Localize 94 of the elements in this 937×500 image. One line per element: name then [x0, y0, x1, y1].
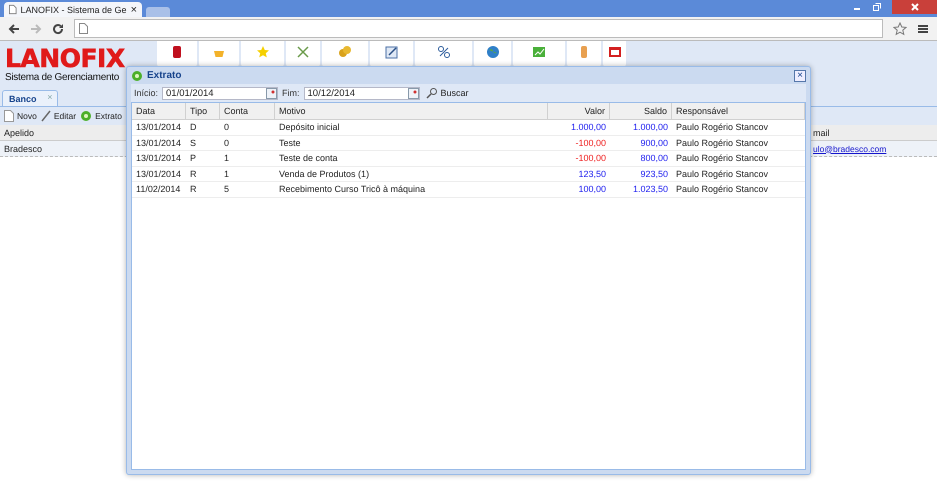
table-cell-text: 13/01/2014 — [135, 153, 182, 164]
table-cell-text: 123,50 — [577, 168, 607, 179]
menu-icon[interactable] — [917, 22, 929, 34]
column-header[interactable]: Data — [132, 103, 186, 119]
column-header[interactable]: Valor — [548, 103, 610, 119]
table-cell-text: Paulo Rogério Stancov — [675, 122, 770, 132]
table-cell-text: R — [189, 184, 198, 194]
pencil-icon — [40, 110, 51, 122]
back-icon[interactable] — [8, 22, 20, 34]
toolbar-button[interactable] — [286, 41, 320, 67]
logo-subtitle: Sistema de Gerenciamento — [5, 72, 119, 84]
table-cell-text: -100,00 — [574, 138, 607, 148]
page-icon — [79, 23, 88, 34]
table-cell-text: Teste — [278, 138, 302, 148]
table-cell-text: 13/01/2014 — [135, 168, 182, 179]
table-cell-text: Recebimento Curso Tricô à máquina — [278, 184, 426, 194]
table-cell-text: 923,50 — [639, 168, 669, 179]
star-icon[interactable] — [893, 22, 907, 36]
table-cell-text: 1.023,50 — [632, 184, 669, 194]
table-cell-text: R — [189, 168, 198, 179]
table-cell-text: -100,00 — [574, 153, 607, 164]
table-cell-text: 1 — [223, 168, 230, 179]
table-cell-text: 5 — [223, 184, 230, 194]
calendar-icon[interactable] — [266, 88, 278, 98]
toolbar-button[interactable]: Novo — [3, 110, 38, 122]
coins-icon — [338, 45, 352, 59]
edit-icon — [384, 45, 398, 59]
table-cell-text: 1.000,00 — [570, 122, 607, 132]
star-icon — [256, 45, 270, 59]
search-icon — [426, 87, 438, 99]
toolbar-button[interactable]: Editar — [40, 110, 78, 122]
percent-icon — [436, 45, 450, 59]
table-cell-text: 13/01/2014 — [135, 122, 182, 132]
table-cell-text: Paulo Rogério Stancov — [675, 138, 770, 148]
tab-title: LANOFIX - Sistema de Ge — [20, 4, 127, 14]
toolbar-button[interactable] — [370, 41, 413, 67]
table-cell-text: 13/01/2014 — [135, 138, 182, 148]
table-cell: Bradesco — [4, 144, 42, 154]
column-header[interactable]: Responsável — [672, 103, 805, 119]
restore-icon[interactable] — [872, 2, 882, 12]
table-cell-text: Depósito inicial — [278, 122, 341, 132]
logo: LANOFIX — [5, 46, 125, 72]
reload-icon[interactable] — [52, 22, 64, 34]
toolbar-button[interactable] — [474, 41, 511, 67]
table-cell-text: D — [189, 122, 198, 132]
filter-label: Fim: — [282, 88, 300, 98]
table-cell-text: 100,00 — [577, 184, 607, 194]
address-field[interactable] — [74, 19, 883, 38]
column-header[interactable]: Tipo — [186, 103, 220, 119]
column-header[interactable]: Conta — [220, 103, 275, 119]
date-field[interactable]: 10/12/2014 — [304, 86, 420, 100]
table-cell-text: 800,00 — [639, 153, 669, 164]
close-window-button[interactable] — [892, 0, 937, 14]
cylinder-icon — [170, 45, 184, 59]
table-cell-text: 1.000,00 — [632, 122, 669, 132]
table-cell-text: S — [189, 138, 198, 148]
statement-icon — [80, 110, 92, 122]
toolbar-button[interactable]: Extrato — [79, 110, 123, 122]
dialog-title: Extrato — [147, 70, 182, 81]
table-cell-text: 11/02/2014 — [135, 184, 182, 194]
document-icon — [4, 110, 14, 122]
search-button[interactable]: Buscar — [424, 87, 471, 99]
table-cell-text: P — [189, 153, 198, 164]
toolbar-button[interactable] — [513, 41, 565, 67]
column-header[interactable]: mail — [813, 128, 933, 138]
filter-label: Início: — [134, 88, 158, 98]
chart-icon — [532, 45, 546, 59]
table-cell-text: Teste de conta — [278, 153, 339, 164]
banco-tab[interactable]: Banco × — [2, 90, 58, 106]
toolbar-button[interactable] — [157, 41, 197, 67]
window-icon — [608, 45, 622, 59]
table-cell-text: Paulo Rogério Stancov — [675, 168, 770, 179]
email-link[interactable]: ulo@bradesco.com — [813, 144, 933, 154]
table-cell-text: Paulo Rogério Stancov — [675, 184, 770, 194]
column-header[interactable]: Motivo — [275, 103, 548, 119]
close-icon — [910, 2, 920, 12]
table-cell-text: Venda de Produtos (1) — [278, 168, 370, 179]
date-field[interactable]: 01/01/2014 — [162, 86, 278, 100]
table-cell-text: Paulo Rogério Stancov — [675, 153, 770, 164]
column-header[interactable]: Apelido — [4, 128, 34, 138]
table-cell-text: 0 — [223, 138, 230, 148]
page-icon — [9, 4, 17, 15]
globe-icon — [486, 45, 500, 59]
column-header[interactable]: Saldo — [610, 103, 672, 119]
browser-tab[interactable]: LANOFIX - Sistema de Ge × — [4, 2, 142, 17]
toolbar-button[interactable] — [415, 41, 472, 67]
statement-icon — [131, 70, 143, 82]
table-cell-text: 1 — [223, 153, 230, 164]
table-cell-text: 0 — [223, 122, 230, 132]
toolbar-button[interactable] — [603, 41, 626, 67]
table-cell-text: 900,00 — [639, 138, 669, 148]
close-tab-button[interactable]: × — [130, 4, 137, 16]
calendar-icon[interactable] — [408, 88, 419, 98]
close-button[interactable]: × — [794, 70, 806, 82]
